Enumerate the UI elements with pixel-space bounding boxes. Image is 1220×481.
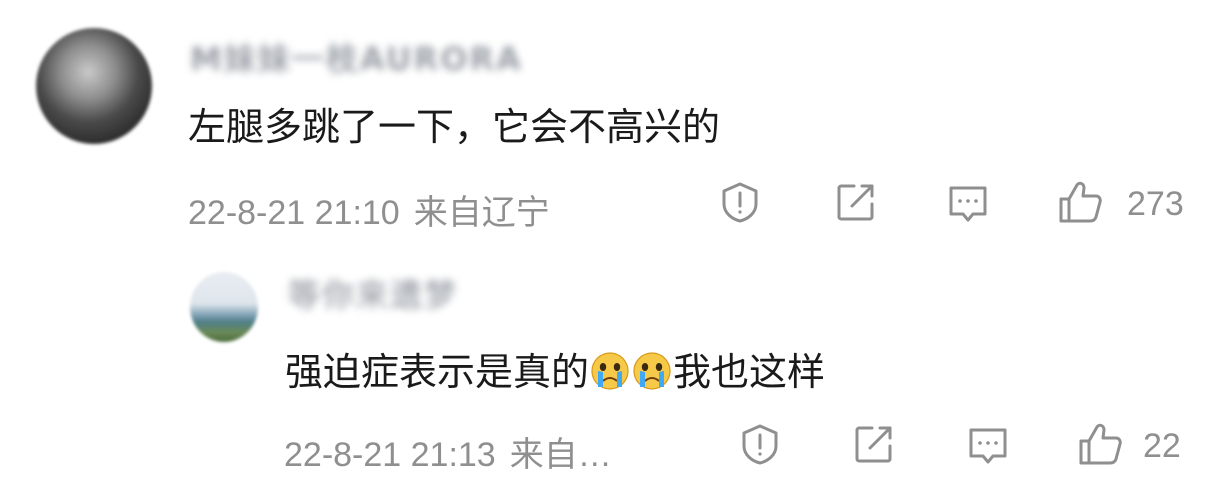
like-count: 22 bbox=[1143, 427, 1181, 465]
comment-text-part: 我也这样 bbox=[673, 350, 826, 394]
comment-text: 左腿多跳了一下，它会不高兴的 bbox=[188, 105, 721, 149]
crying-face-emoji bbox=[590, 351, 630, 391]
reply-icon[interactable] bbox=[966, 424, 1010, 468]
like-count: 273 bbox=[1127, 185, 1184, 223]
like-icon[interactable] bbox=[1078, 422, 1122, 466]
timestamp: 22-8-21 21:10 bbox=[188, 194, 400, 232]
comment-meta: 22-8-21 21:13 来自… bbox=[284, 427, 612, 476]
reply-icon[interactable] bbox=[946, 182, 990, 226]
username[interactable]: 等你来遗梦 bbox=[288, 270, 458, 316]
avatar[interactable] bbox=[36, 28, 152, 144]
avatar[interactable] bbox=[190, 272, 258, 342]
timestamp: 22-8-21 21:13 bbox=[284, 436, 496, 474]
location: 来自辽宁 bbox=[413, 194, 550, 232]
username[interactable]: M妹妹一枝AURORA bbox=[190, 34, 523, 80]
location: 来自… bbox=[509, 436, 612, 474]
crying-face-emoji bbox=[632, 351, 672, 391]
report-icon[interactable] bbox=[718, 180, 762, 224]
report-icon[interactable] bbox=[738, 422, 782, 466]
share-icon[interactable] bbox=[852, 422, 896, 466]
like-icon[interactable] bbox=[1058, 180, 1102, 224]
share-icon[interactable] bbox=[834, 180, 878, 224]
comment-text-part: 强迫症表示是真的 bbox=[285, 350, 590, 394]
comment-meta: 22-8-21 21:10 来自辽宁 bbox=[188, 185, 550, 234]
comment-text: 强迫症表示是真的 我也这样 bbox=[285, 341, 825, 396]
